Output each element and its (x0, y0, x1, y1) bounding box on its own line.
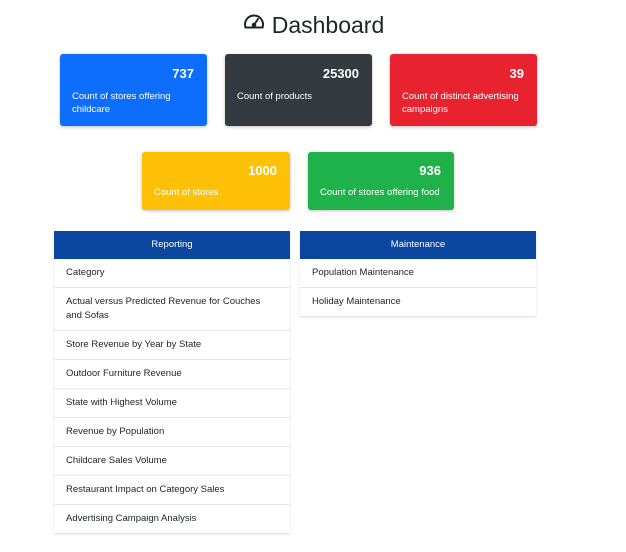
reporting-item-outdoor-furniture[interactable]: Outdoor Furniture Revenue (54, 360, 290, 389)
stat-value: 737 (172, 66, 194, 81)
stat-card-products: 25300 Count of products (225, 54, 372, 126)
maintenance-list: Population Maintenance Holiday Maintenan… (300, 259, 536, 316)
maintenance-item-population[interactable]: Population Maintenance (300, 259, 536, 288)
stat-value: 25300 (322, 66, 359, 81)
page-title-text: Dashboard (271, 11, 385, 38)
stat-label: Count of stores offering childcare (72, 91, 171, 115)
reporting-item-highest-volume[interactable]: State with Highest Volume (54, 389, 290, 418)
stat-label: Count of distinct advertising campaigns (402, 91, 519, 115)
maintenance-panel: Maintenance Population Maintenance Holid… (300, 231, 536, 316)
reporting-item-revenue-population[interactable]: Revenue by Population (54, 418, 290, 447)
reporting-item-restaurant-impact[interactable]: Restaurant Impact on Category Sales (54, 476, 290, 505)
page-title: Dashboard (0, 10, 626, 40)
reporting-item-advertising-analysis[interactable]: Advertising Campaign Analysis (54, 505, 290, 533)
reporting-item-actual-vs-predicted[interactable]: Actual versus Predicted Revenue for Couc… (54, 288, 290, 331)
stat-label: Count of products (237, 91, 312, 102)
stat-value: 936 (419, 163, 441, 178)
stat-card-advertising-campaigns: 39 Count of distinct advertising campaig… (390, 54, 537, 126)
maintenance-item-holiday[interactable]: Holiday Maintenance (300, 288, 536, 316)
stat-label: Count of stores offering food (320, 187, 440, 198)
speedometer-icon (242, 10, 266, 40)
stat-card-stores: 1000 Count of stores (142, 152, 290, 210)
stat-card-childcare-stores: 737 Count of stores offering childcare (60, 54, 207, 126)
reporting-item-store-revenue[interactable]: Store Revenue by Year by State (54, 331, 290, 360)
reporting-list: Category Actual versus Predicted Revenue… (54, 259, 290, 533)
stat-label: Count of stores (154, 187, 219, 198)
reporting-panel: Reporting Category Actual versus Predict… (54, 231, 290, 533)
maintenance-header: Maintenance (300, 231, 536, 259)
reporting-header: Reporting (54, 231, 290, 259)
reporting-item-childcare-sales[interactable]: Childcare Sales Volume (54, 447, 290, 476)
stat-value: 1000 (248, 163, 277, 178)
stat-value: 39 (509, 66, 524, 81)
stat-card-food-stores: 936 Count of stores offering food (308, 152, 454, 210)
reporting-item-category[interactable]: Category (54, 259, 290, 288)
